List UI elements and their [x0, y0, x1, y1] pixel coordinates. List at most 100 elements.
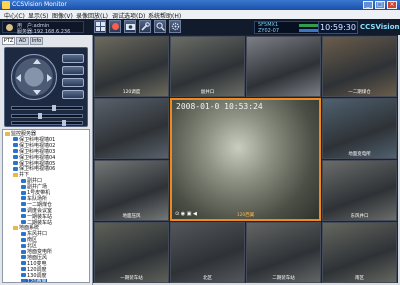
main-video-tile[interactable]: 2008-01-0 10:53:24 ⊙ ◉ ▣ ◀ 120西翼 — [170, 98, 321, 221]
camera-tile[interactable]: 副井口 — [170, 36, 245, 97]
camera-tile[interactable] — [94, 98, 169, 159]
device-tree[interactable]: 监控服务器 保卫科电视墙01 保卫科电视墙02 保卫科电视墙03 保卫科电视墙04 保卫科… — [2, 129, 90, 283]
camera-icon — [21, 273, 26, 278]
camera-tile[interactable]: 120调度 — [94, 36, 169, 97]
folder-icon — [5, 131, 10, 136]
zoom-button[interactable] — [154, 20, 166, 33]
camera-icon — [13, 149, 18, 154]
camera-tile[interactable]: 北区 — [170, 222, 245, 283]
camera-tile[interactable]: 地面压风 — [94, 160, 169, 221]
camera-caption: 东风井口 — [350, 214, 369, 219]
camera-icon — [21, 267, 26, 272]
ptz-direction-ring[interactable] — [11, 54, 57, 100]
camera-icon — [21, 190, 26, 195]
login-info: 用 户:admin 服务器:192.168.6.236 — [2, 21, 84, 35]
control-panel: PTZ AD Info 监控服务器 保卫科电视墙01 保卫科电视墙02 保卫科电视墙0… — [0, 35, 93, 285]
grid-icon — [95, 22, 105, 31]
zoom-out-button[interactable] — [62, 66, 84, 75]
snapshot-button[interactable] — [124, 20, 136, 33]
camera-tile[interactable]: 南区 — [322, 222, 397, 283]
video-timestamp: 2008-01-0 10:53:24 — [176, 102, 263, 111]
camera-icon — [21, 214, 26, 219]
wrench-icon — [140, 22, 150, 31]
window-title: CCSVision Monitor — [12, 1, 67, 8]
video-wall: 2008-01-0 10:53:24 ⊙ ◉ ▣ ◀ 120西翼 120调度 副井口 一二… — [93, 35, 398, 283]
tab-info[interactable]: Info — [30, 37, 43, 45]
camera-icon — [13, 137, 18, 142]
camera-caption: 一二期煤仓 — [348, 90, 371, 95]
gear-icon — [171, 22, 179, 31]
camera-tile[interactable]: 东风井口 — [322, 160, 397, 221]
arrow-down-icon[interactable] — [33, 90, 41, 95]
close-button[interactable]: × — [387, 1, 397, 9]
camera-icon — [21, 261, 26, 266]
arrow-left-icon[interactable] — [16, 74, 21, 82]
camera-icon — [21, 255, 26, 260]
camera-icon — [21, 237, 26, 242]
record-icon — [111, 23, 119, 30]
camera-tile[interactable]: 地面变电所 — [322, 98, 397, 159]
toolbar — [94, 20, 182, 33]
tree-camera-item[interactable]: 120西翼 — [21, 278, 47, 283]
folder-icon — [13, 172, 18, 177]
camera-icon — [13, 166, 18, 171]
iris-slider[interactable] — [11, 113, 83, 119]
camera-icon — [21, 202, 26, 207]
camera-icon — [21, 196, 26, 201]
camera-icon — [21, 243, 26, 248]
camera-tile[interactable]: 一期装车站 — [94, 222, 169, 283]
video-caption: 120西翼 — [236, 213, 255, 218]
record-button[interactable] — [109, 20, 121, 33]
camera-tile[interactable]: 一二期煤仓 — [322, 36, 397, 97]
settings-button[interactable] — [169, 20, 181, 33]
clock: 10:59:30 — [318, 21, 358, 34]
focus-far-button[interactable] — [62, 90, 84, 99]
camera-caption: 地面压风 — [122, 214, 141, 219]
camera-icon — [21, 279, 26, 282]
camera-icon — [13, 143, 18, 148]
brightness-slider-thumb[interactable] — [62, 120, 66, 126]
zoom-in-button[interactable] — [62, 54, 84, 63]
camera-icon — [13, 161, 18, 165]
tab-ad[interactable]: AD — [16, 37, 29, 45]
camera-icon — [21, 249, 26, 254]
speed-slider-thumb[interactable] — [52, 105, 56, 111]
server-label: 服务器:192.168.6.236 — [17, 29, 71, 35]
status-line-2: ZY02-07 — [258, 28, 280, 34]
tools-button[interactable] — [139, 20, 151, 33]
title-bar[interactable]: CCSVision Monitor _ □ × — [0, 0, 400, 10]
camera-icon — [21, 220, 26, 224]
tab-ptz[interactable]: PTZ — [2, 37, 15, 45]
ptz-control-pad — [4, 47, 88, 127]
iris-slider-thumb[interactable] — [38, 113, 42, 119]
app-icon — [2, 1, 10, 9]
camera-tile[interactable]: 二期装车站 — [246, 222, 321, 283]
folder-icon — [13, 225, 18, 230]
layout-button[interactable] — [94, 20, 106, 33]
camera-tile[interactable] — [246, 36, 321, 97]
cpu-indicator — [299, 29, 319, 32]
brightness-slider[interactable] — [11, 120, 83, 126]
avatar — [6, 24, 13, 31]
camera-caption: 北区 — [203, 276, 212, 281]
speed-slider[interactable] — [11, 105, 83, 111]
minimize-button[interactable]: _ — [363, 1, 373, 9]
camera-icon — [21, 231, 26, 236]
camera-icon — [21, 178, 26, 183]
camera-icon — [21, 184, 26, 189]
arrow-up-icon[interactable] — [33, 59, 41, 64]
search-icon — [156, 22, 165, 31]
focus-near-button[interactable] — [62, 78, 84, 87]
camera-icon — [21, 208, 26, 213]
camera-caption: 一期装车站 — [120, 276, 143, 281]
camera-icon — [13, 155, 18, 160]
app-window: CCSVision Monitor _ □ × 中心(C) 显示(S) 图像(V… — [0, 0, 400, 285]
camera-caption: 120调度 — [122, 90, 141, 95]
camera-caption: 南区 — [355, 276, 364, 281]
arrow-right-icon[interactable] — [47, 74, 52, 82]
maximize-button[interactable]: □ — [375, 1, 385, 9]
brand-logo: CCSVision — [360, 23, 400, 31]
camera-icon — [125, 24, 135, 30]
camera-caption: 地面变电所 — [348, 152, 371, 157]
tree-item-label: 120西翼 — [27, 278, 47, 283]
